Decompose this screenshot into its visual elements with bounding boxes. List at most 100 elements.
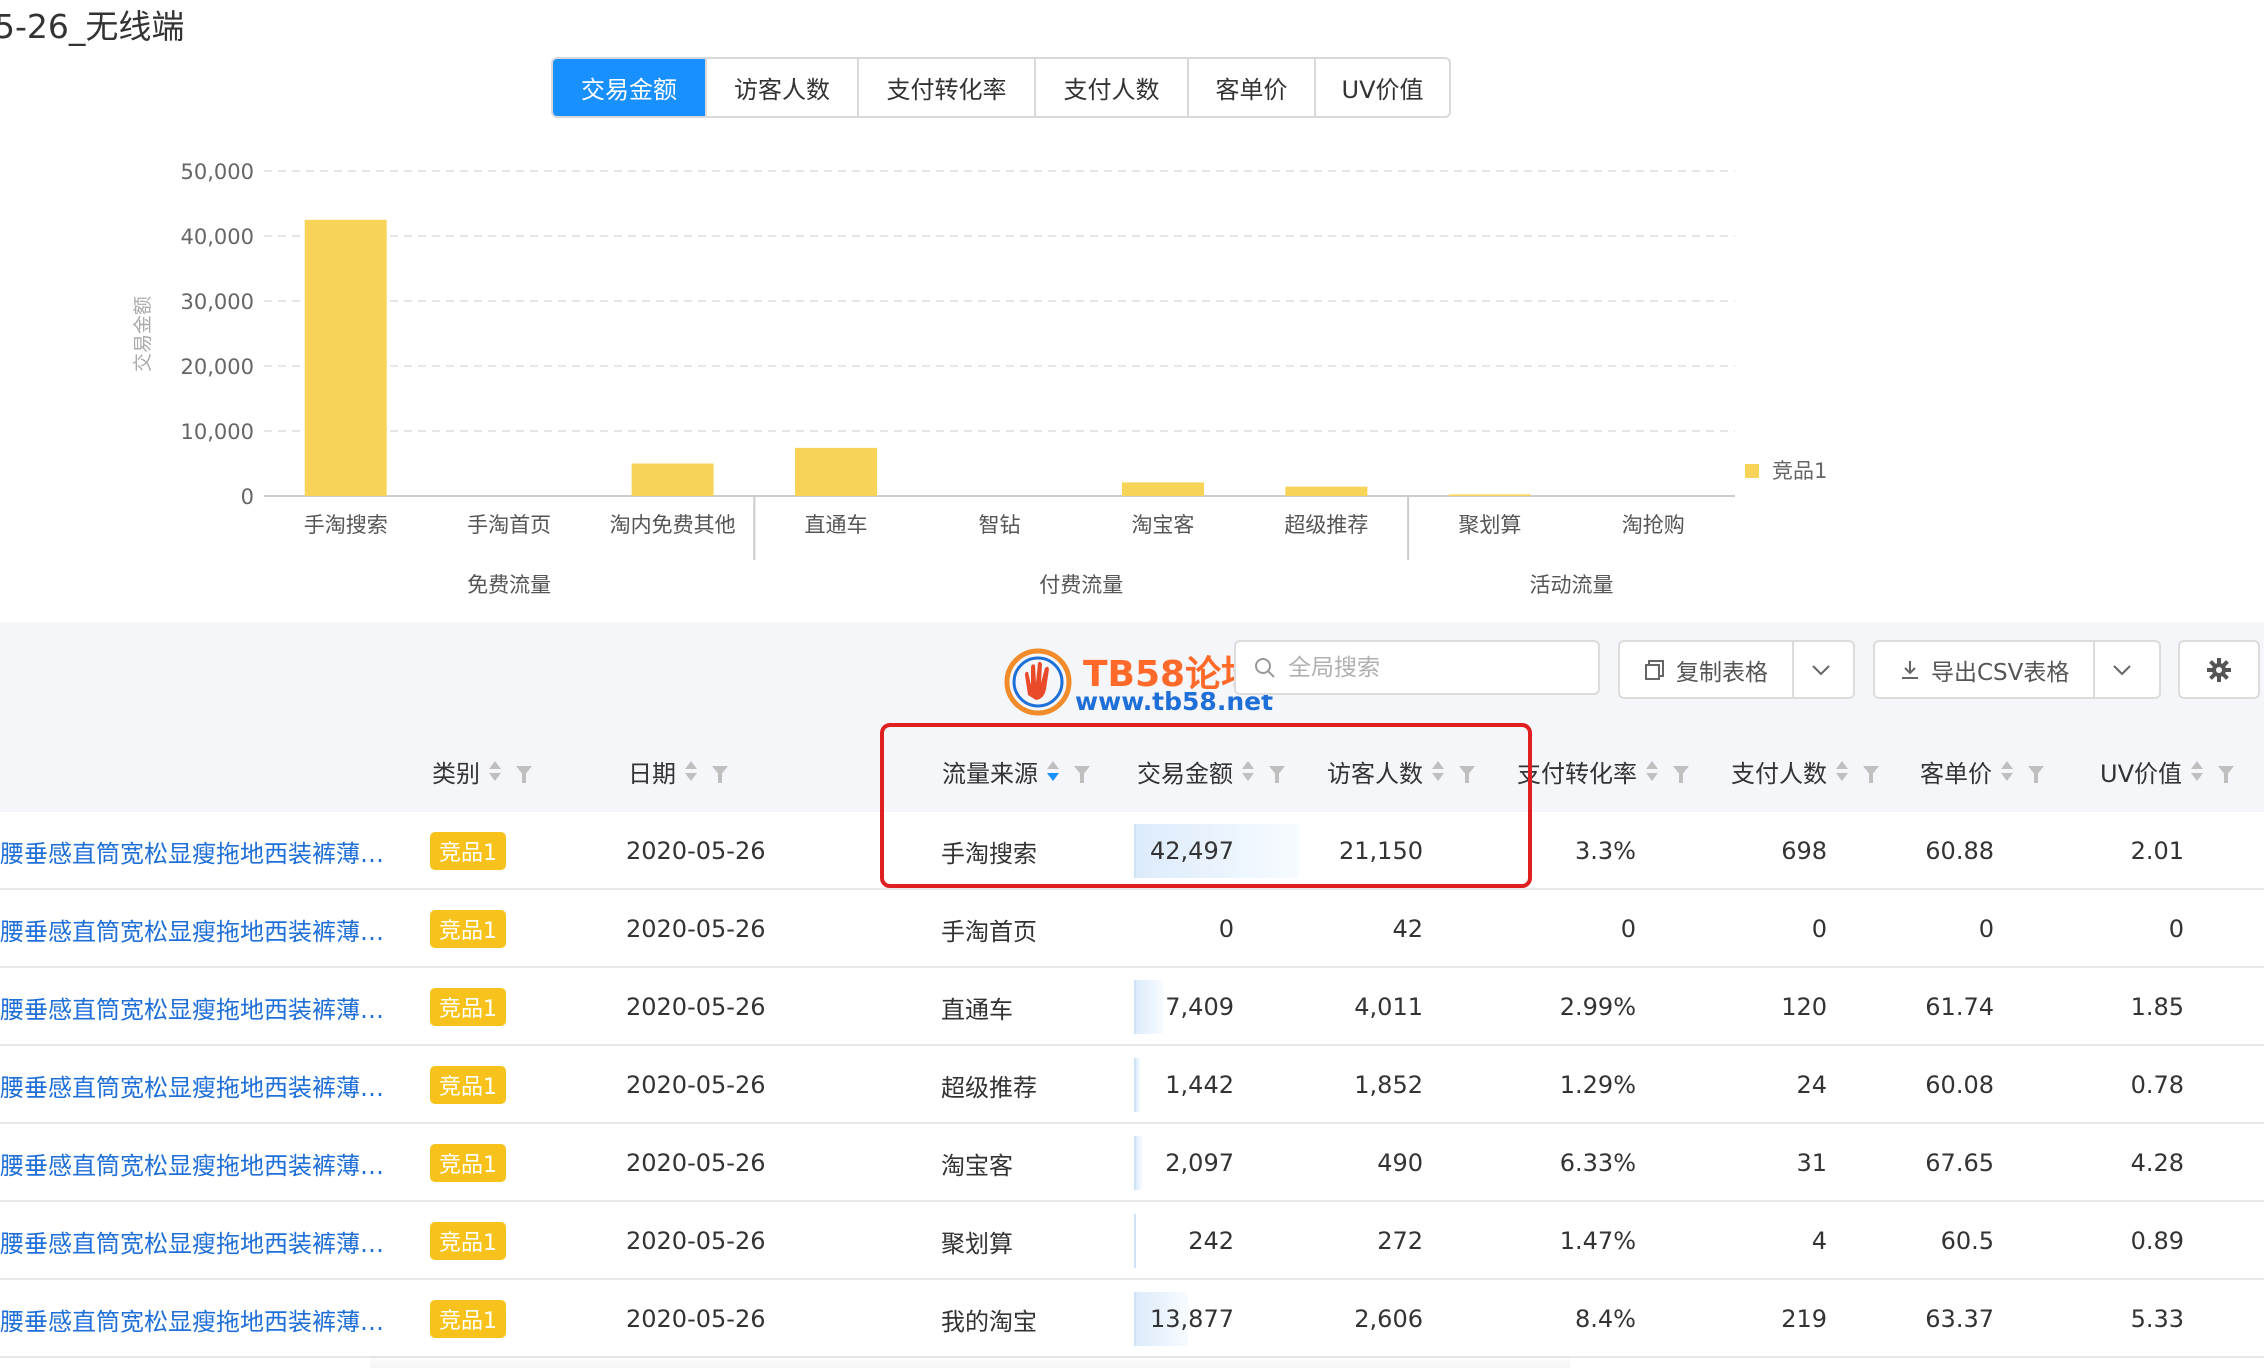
x-tick-label: 手淘搜索	[304, 513, 388, 537]
payers-cell: 31	[1796, 1149, 1827, 1177]
sort-icon[interactable]	[2000, 760, 2014, 782]
category-cell: 竞品1	[430, 890, 506, 968]
y-tick-label: 30,000	[181, 290, 254, 314]
source-cell: 超级推荐	[941, 1073, 1037, 1102]
source-cell: 手淘搜索	[941, 839, 1037, 868]
date-cell: 2020-05-26	[626, 993, 766, 1021]
product-link[interactable]: 腰垂感直筒宽松显瘦拖地西装裤薄…	[0, 1124, 390, 1202]
group-label: 免费流量	[467, 573, 551, 597]
unit-price-cell: 63.37	[1925, 1305, 1994, 1333]
header-uv-value[interactable]: UV价值	[2100, 730, 2234, 812]
uv-value-cell: 2.01	[2130, 837, 2184, 865]
x-tick-label: 直通车	[805, 513, 868, 537]
category-badge: 竞品1	[430, 1066, 506, 1104]
filter-icon[interactable]	[2028, 766, 2044, 783]
uv-value-cell: 1.85	[2130, 993, 2184, 1021]
header-unit-price[interactable]: 客单价	[1920, 730, 2044, 812]
table-row[interactable]: 腰垂感直筒宽松显瘦拖地西装裤薄… 竞品1 2020-05-26 直通车 7,409 4,0…	[0, 968, 2264, 1046]
tab-visitors[interactable]: 访客人数	[707, 59, 859, 116]
export-csv-main[interactable]: 导出CSV表格	[1875, 642, 2093, 697]
sort-icon[interactable]	[1645, 760, 1659, 782]
table-row[interactable]: 腰垂感直筒宽松显瘦拖地西装裤薄… 竞品1 2020-05-26 手淘首页 0 42 0 0 0 0	[0, 890, 2264, 968]
global-search[interactable]	[1234, 640, 1600, 695]
conversion-cell: 6.33%	[1559, 1149, 1636, 1177]
download-icon	[1902, 660, 1918, 679]
visitors-cell: 4,011	[1354, 993, 1423, 1021]
product-link[interactable]: 腰垂感直筒宽松显瘦拖地西装裤薄…	[0, 812, 390, 890]
product-link[interactable]: 腰垂感直筒宽松显瘦拖地西装裤薄…	[0, 1202, 390, 1280]
sort-icon[interactable]	[1835, 760, 1849, 782]
x-tick-label: 淘抢购	[1622, 513, 1685, 537]
x-tick-label: 淘内免费其他	[610, 513, 736, 537]
sort-icon[interactable]	[684, 760, 698, 782]
unit-price-cell: 61.74	[1925, 993, 1994, 1021]
filter-icon[interactable]	[1863, 766, 1879, 783]
conversion-cell: 1.29%	[1559, 1071, 1636, 1099]
header-amount[interactable]: 交易金额	[1137, 730, 1285, 812]
header-amount-label: 交易金额	[1137, 759, 1233, 788]
header-source[interactable]: 流量来源	[942, 730, 1090, 812]
table-row[interactable]: 腰垂感直筒宽松显瘦拖地西装裤薄… 竞品1 2020-05-26 手淘搜索 42,497 2…	[0, 812, 2264, 890]
sort-icon[interactable]	[488, 760, 502, 782]
gear-icon	[2207, 657, 2231, 682]
category-cell: 竞品1	[430, 1124, 506, 1202]
scroll-shadow	[370, 1353, 1570, 1368]
filter-icon[interactable]	[1074, 766, 1090, 783]
product-link[interactable]: 腰垂感直筒宽松显瘦拖地西装裤薄…	[0, 968, 390, 1046]
unit-price-cell: 67.65	[1925, 1149, 1994, 1177]
header-date-label: 日期	[628, 759, 676, 788]
search-input[interactable]	[1288, 654, 1568, 681]
category-badge: 竞品1	[430, 1222, 506, 1260]
tab-payers[interactable]: 支付人数	[1036, 59, 1189, 116]
sort-icon[interactable]	[1431, 760, 1445, 782]
date-cell: 2020-05-26	[626, 1149, 766, 1177]
category-cell: 竞品1	[430, 1280, 506, 1358]
header-date[interactable]: 日期	[628, 730, 728, 812]
bar	[795, 447, 878, 496]
header-visitors[interactable]: 访客人数	[1327, 730, 1475, 812]
search-icon	[1255, 657, 1275, 678]
export-csv-dropdown[interactable]	[2093, 642, 2149, 697]
y-tick-label: 50,000	[181, 160, 254, 184]
amount-cell: 242	[1188, 1227, 1234, 1255]
product-link[interactable]: 腰垂感直筒宽松显瘦拖地西装裤薄…	[0, 1280, 390, 1358]
group-label: 活动流量	[1530, 573, 1614, 597]
sort-icon[interactable]	[2190, 760, 2204, 782]
table-row[interactable]: 腰垂感直筒宽松显瘦拖地西装裤薄… 竞品1 2020-05-26 超级推荐 1,442 1,…	[0, 1046, 2264, 1124]
tab-uv-value[interactable]: UV价值	[1316, 59, 1449, 116]
sort-icon[interactable]	[1241, 760, 1255, 782]
conversion-cell: 0	[1620, 915, 1636, 943]
amount-cell: 42,497	[1150, 837, 1234, 865]
copy-table-main[interactable]: 复制表格	[1620, 642, 1792, 697]
header-payers[interactable]: 支付人数	[1731, 730, 1879, 812]
table-row[interactable]: 腰垂感直筒宽松显瘦拖地西装裤薄… 竞品1 2020-05-26 我的淘宝 13,877 2…	[0, 1280, 2264, 1358]
unit-price-cell: 0	[1978, 915, 1994, 943]
header-payers-label: 支付人数	[1731, 759, 1827, 788]
tab-amount[interactable]: 交易金额	[553, 59, 707, 116]
tab-conversion[interactable]: 支付转化率	[859, 59, 1036, 116]
settings-button[interactable]	[2178, 640, 2260, 699]
filter-icon[interactable]	[712, 766, 728, 783]
header-category[interactable]: 类别	[432, 730, 532, 812]
product-link[interactable]: 腰垂感直筒宽松显瘦拖地西装裤薄…	[0, 890, 390, 968]
visitors-cell: 21,150	[1339, 837, 1423, 865]
header-conversion[interactable]: 支付转化率	[1517, 730, 1689, 812]
table-row[interactable]: 腰垂感直筒宽松显瘦拖地西装裤薄… 竞品1 2020-05-26 淘宝客 2,097 490…	[0, 1124, 2264, 1202]
amount-cell: 2,097	[1165, 1149, 1234, 1177]
sort-desc-icon[interactable]	[1046, 760, 1060, 782]
product-link[interactable]: 腰垂感直筒宽松显瘦拖地西装裤薄…	[0, 1046, 390, 1124]
filter-icon[interactable]	[1269, 766, 1285, 783]
copy-table-dropdown[interactable]	[1792, 642, 1848, 697]
table-row[interactable]: 腰垂感直筒宽松显瘦拖地西装裤薄… 竞品1 2020-05-26 聚划算 242 272 1.…	[0, 1202, 2264, 1280]
x-tick-label: 聚划算	[1458, 513, 1521, 537]
amount-cell: 7,409	[1165, 993, 1234, 1021]
filter-icon[interactable]	[1459, 766, 1475, 783]
unit-price-cell: 60.5	[1940, 1227, 1994, 1255]
tab-unit-price[interactable]: 客单价	[1189, 59, 1316, 116]
visitors-cell: 2,606	[1354, 1305, 1423, 1333]
source-cell: 我的淘宝	[941, 1307, 1037, 1336]
filter-icon[interactable]	[516, 766, 532, 783]
y-tick-label: 20,000	[181, 355, 254, 379]
filter-icon[interactable]	[1673, 766, 1689, 783]
filter-icon[interactable]	[2217, 766, 2234, 783]
